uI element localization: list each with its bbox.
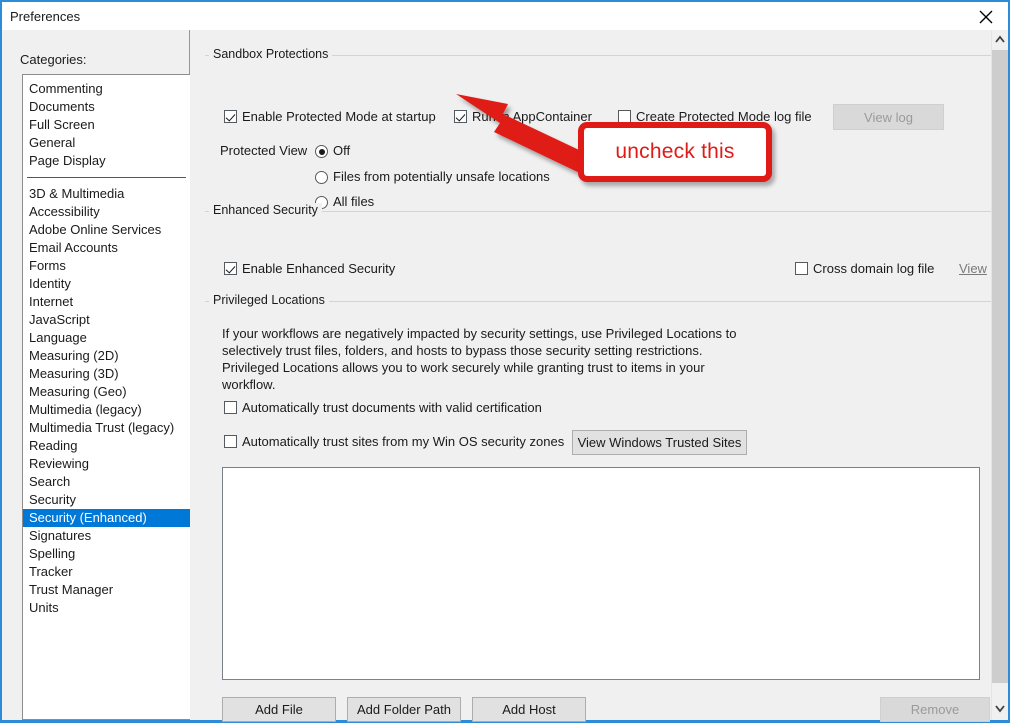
sidebar-item-reading[interactable]: Reading — [23, 437, 190, 455]
enable-enhanced-security-checkbox[interactable] — [224, 262, 237, 275]
sidebar-item-trust-manager[interactable]: Trust Manager — [23, 581, 190, 599]
privileged-locations-listbox[interactable] — [222, 467, 980, 680]
add-file-button[interactable]: Add File — [222, 697, 336, 722]
settings-pane: Sandbox Protections Enable Protected Mod… — [191, 30, 993, 720]
protected-view-unsafe-radio[interactable] — [315, 171, 328, 184]
cross-domain-log-checkbox[interactable] — [795, 262, 808, 275]
run-in-appcontainer-label[interactable]: Run in AppContainer — [472, 109, 592, 124]
sidebar-item-measuring-geo[interactable]: Measuring (Geo) — [23, 383, 190, 401]
sidebar-item-page-display[interactable]: Page Display — [23, 152, 190, 170]
sidebar-item-reviewing[interactable]: Reviewing — [23, 455, 190, 473]
categories-label: Categories: — [20, 52, 86, 67]
privileged-desc-line-2: selectively trust files, folders, and ho… — [222, 343, 703, 358]
sidebar-item-identity[interactable]: Identity — [23, 275, 190, 293]
sidebar-item-security-enhanced[interactable]: Security (Enhanced) — [23, 509, 190, 527]
cross-domain-log-label[interactable]: Cross domain log file — [813, 261, 934, 276]
remove-button[interactable]: Remove — [880, 697, 990, 722]
sandbox-protections-group: Sandbox Protections — [205, 55, 993, 210]
enable-enhanced-security-label[interactable]: Enable Enhanced Security — [242, 261, 395, 276]
sandbox-protections-title: Sandbox Protections — [209, 47, 332, 61]
categories-listbox[interactable]: Commenting Documents Full Screen General… — [22, 74, 190, 720]
sidebar-item-javascript[interactable]: JavaScript — [23, 311, 190, 329]
enable-protected-mode-checkbox[interactable] — [224, 110, 237, 123]
sidebar-item-tracker[interactable]: Tracker — [23, 563, 190, 581]
sidebar-item-security[interactable]: Security — [23, 491, 190, 509]
close-icon — [979, 10, 993, 24]
categories-pane: Categories: Commenting Documents Full Sc… — [2, 30, 190, 720]
sidebar-item-general[interactable]: General — [23, 134, 190, 152]
sidebar-item-commenting[interactable]: Commenting — [23, 80, 190, 98]
sidebar-item-language[interactable]: Language — [23, 329, 190, 347]
sidebar-item-multimedia-trust-legacy[interactable]: Multimedia Trust (legacy) — [23, 419, 190, 437]
create-protected-mode-log-label[interactable]: Create Protected Mode log file — [636, 109, 812, 124]
window-title: Preferences — [10, 9, 80, 25]
sidebar-item-measuring-3d[interactable]: Measuring (3D) — [23, 365, 190, 383]
scroll-up-button[interactable] — [992, 30, 1008, 50]
trust-win-os-zones-label[interactable]: Automatically trust sites from my Win OS… — [242, 434, 564, 449]
enable-protected-mode-label[interactable]: Enable Protected Mode at startup — [242, 109, 436, 124]
sidebar-item-multimedia-legacy[interactable]: Multimedia (legacy) — [23, 401, 190, 419]
privileged-desc-line-1: If your workflows are negatively impacte… — [222, 326, 736, 341]
trust-certified-docs-label[interactable]: Automatically trust documents with valid… — [242, 400, 542, 415]
sidebar-item-measuring-2d[interactable]: Measuring (2D) — [23, 347, 190, 365]
trust-win-os-zones-checkbox[interactable] — [224, 435, 237, 448]
vertical-scrollbar[interactable] — [991, 30, 1008, 720]
group-rule — [205, 211, 993, 212]
sidebar-item-units[interactable]: Units — [23, 599, 190, 617]
sidebar-item-email-accounts[interactable]: Email Accounts — [23, 239, 190, 257]
sidebar-item-3d-multimedia[interactable]: 3D & Multimedia — [23, 185, 190, 203]
create-protected-mode-log-checkbox[interactable] — [618, 110, 631, 123]
enhanced-security-title: Enhanced Security — [209, 203, 322, 217]
sidebar-item-signatures[interactable]: Signatures — [23, 527, 190, 545]
chevron-down-icon — [992, 698, 1008, 718]
preferences-dialog: Preferences Categories: Commenting Docum… — [0, 0, 1010, 723]
protected-view-off-label[interactable]: Off — [333, 143, 350, 158]
sidebar-item-accessibility[interactable]: Accessibility — [23, 203, 190, 221]
trust-certified-docs-checkbox[interactable] — [224, 401, 237, 414]
view-windows-trusted-sites-button[interactable]: View Windows Trusted Sites — [572, 430, 747, 455]
cross-domain-view-link[interactable]: View — [959, 261, 987, 276]
protected-view-all-files-label[interactable]: All files — [333, 194, 374, 209]
privileged-desc-line-3: Privileged Locations allows you to work … — [222, 360, 705, 375]
sidebar-item-documents[interactable]: Documents — [23, 98, 190, 116]
sidebar-item-adobe-online-services[interactable]: Adobe Online Services — [23, 221, 190, 239]
sidebar-divider — [27, 177, 186, 178]
privileged-desc-line-4: workflow. — [222, 377, 275, 392]
protected-view-unsafe-label[interactable]: Files from potentially unsafe locations — [333, 169, 550, 184]
run-in-appcontainer-checkbox[interactable] — [454, 110, 467, 123]
sidebar-item-full-screen[interactable]: Full Screen — [23, 116, 190, 134]
add-folder-path-button[interactable]: Add Folder Path — [347, 697, 461, 722]
protected-view-off-radio[interactable] — [315, 145, 328, 158]
title-bar: Preferences — [2, 2, 1008, 30]
add-host-button[interactable]: Add Host — [472, 697, 586, 722]
scroll-thumb[interactable] — [992, 50, 1008, 683]
view-log-button[interactable]: View log — [833, 104, 944, 130]
chevron-up-icon — [992, 30, 1008, 50]
sidebar-item-internet[interactable]: Internet — [23, 293, 190, 311]
protected-view-label: Protected View — [220, 143, 307, 158]
sidebar-item-forms[interactable]: Forms — [23, 257, 190, 275]
sidebar-item-search[interactable]: Search — [23, 473, 190, 491]
privileged-locations-title: Privileged Locations — [209, 293, 329, 307]
sidebar-item-spelling[interactable]: Spelling — [23, 545, 190, 563]
scroll-down-button[interactable] — [992, 698, 1008, 718]
close-button[interactable] — [964, 2, 1008, 30]
